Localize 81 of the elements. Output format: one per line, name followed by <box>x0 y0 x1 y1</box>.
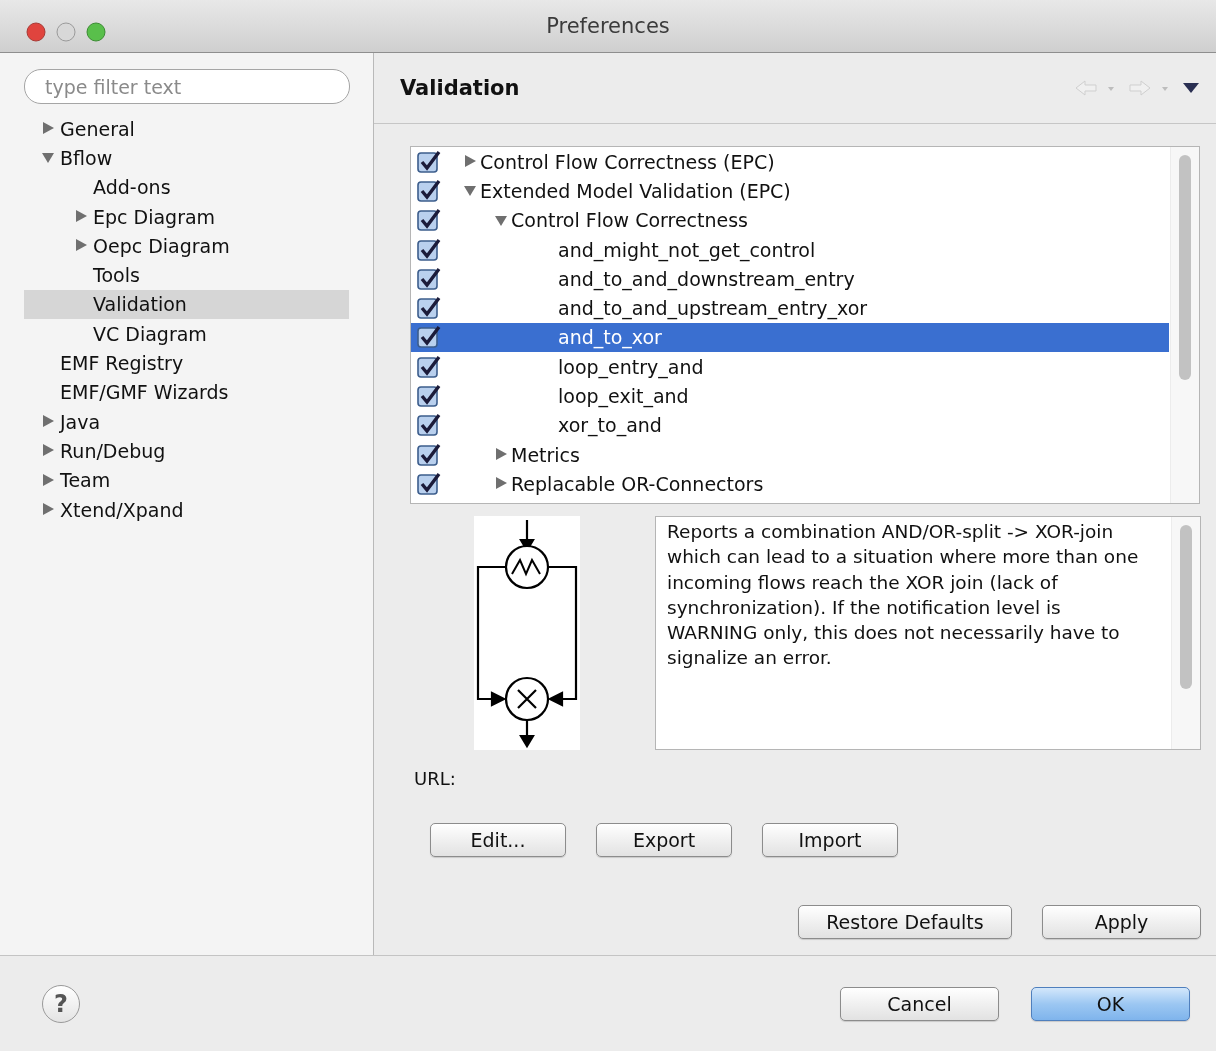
checkbox[interactable] <box>417 237 441 262</box>
expand-triangle-icon[interactable] <box>42 122 55 136</box>
edit-button[interactable]: Edit... <box>430 823 566 857</box>
tree-item[interactable]: EMF/GMF Wizards <box>24 377 349 407</box>
scrollbar-thumb[interactable] <box>1180 525 1192 689</box>
tree-item[interactable]: Bflow <box>24 143 349 173</box>
collapse-triangle-icon[interactable] <box>495 213 508 227</box>
checkbox[interactable] <box>417 413 441 438</box>
tree-item[interactable]: Team <box>24 465 349 495</box>
rule-label: and_to_and_downstream_entry <box>558 267 855 290</box>
tree-item[interactable]: EMF Registry <box>24 348 349 378</box>
page-title: Validation <box>400 76 520 100</box>
tree-item[interactable]: Add-ons <box>24 172 349 202</box>
tree-item[interactable]: Run/Debug <box>24 436 349 466</box>
rule-label: Extended Model Validation (EPC) <box>480 179 791 202</box>
expand-triangle-icon[interactable] <box>495 448 508 462</box>
rule-row[interactable]: Extended Model Validation (EPC) <box>411 176 1169 206</box>
restore-defaults-button[interactable]: Restore Defaults <box>798 905 1012 939</box>
tree-item[interactable]: Oepc Diagram <box>24 231 349 261</box>
rule-row[interactable]: Control Flow Correctness (EPC) <box>411 147 1169 177</box>
close-icon[interactable] <box>26 22 46 42</box>
rule-label: and_to_xor <box>558 326 662 349</box>
rule-row[interactable]: and_to_and_downstream_entry <box>411 264 1169 294</box>
checkbox[interactable] <box>417 442 441 467</box>
zoom-icon[interactable] <box>86 22 106 42</box>
expand-triangle-icon[interactable] <box>75 239 88 253</box>
help-button[interactable]: ? <box>42 984 80 1023</box>
rule-row[interactable]: loop_entry_and <box>411 352 1169 382</box>
collapse-triangle-icon[interactable] <box>42 151 55 165</box>
window-title: Preferences <box>546 14 670 38</box>
url-label: URL: <box>414 768 456 789</box>
rule-description: Reports a combination AND/OR-split -> XOR-join which can lead to a situation where more than one incoming flows reach the XOR join (lack of synchronization). If the notification level is WARNING only, this does not necessarily have to signalize an error. <box>667 520 1140 671</box>
export-button[interactable]: Export <box>596 823 732 857</box>
rule-label: and_to_and_upstream_entry_xor <box>558 297 868 320</box>
tree-item[interactable]: Validation <box>24 289 349 320</box>
tree-item[interactable]: Epc Diagram <box>24 201 349 232</box>
ok-button[interactable]: OK <box>1031 986 1190 1021</box>
cancel-button[interactable]: Cancel <box>840 986 999 1021</box>
checkbox[interactable] <box>417 178 441 203</box>
apply-button[interactable]: Apply <box>1042 905 1201 939</box>
tree-item[interactable]: Java <box>24 406 349 437</box>
tree-item[interactable]: Xtend/Xpand <box>24 494 349 525</box>
scrollbar-thumb[interactable] <box>1179 155 1191 380</box>
expand-triangle-icon[interactable] <box>42 473 55 487</box>
checkbox[interactable] <box>417 354 441 379</box>
filter-field[interactable]: type filter text <box>24 69 350 104</box>
rule-label: loop_exit_and <box>558 385 689 407</box>
rule-row[interactable]: and_to_and_upstream_entry_xor <box>411 293 1169 323</box>
tree-item[interactable]: Tools <box>24 260 349 290</box>
rule-label: Control Flow Correctness (EPC) <box>480 150 775 173</box>
rule-row[interactable]: Control Flow Correctness <box>411 205 1169 235</box>
expand-triangle-icon[interactable] <box>495 477 508 491</box>
rule-label: loop_entry_and <box>558 355 704 378</box>
expand-triangle-icon[interactable] <box>42 415 55 429</box>
view-menu-icon[interactable] <box>1182 82 1200 94</box>
expand-triangle-icon[interactable] <box>42 503 55 516</box>
checkbox[interactable] <box>417 149 441 174</box>
rule-row[interactable]: and_might_not_get_control <box>411 234 1169 265</box>
checkbox[interactable] <box>417 471 441 496</box>
rule-label: Control Flow Correctness <box>511 209 748 232</box>
checkbox[interactable] <box>417 266 441 291</box>
checkbox[interactable] <box>417 384 441 408</box>
tree-item[interactable]: VC Diagram <box>24 319 349 349</box>
checkbox[interactable] <box>417 296 441 321</box>
rule-row[interactable]: and_to_xor <box>411 322 1169 353</box>
checkbox[interactable] <box>417 208 441 233</box>
rule-label: Replacable OR-Connectors <box>511 472 764 495</box>
rule-label: xor_to_and <box>558 414 662 437</box>
rule-row[interactable]: xor_to_and <box>411 410 1169 440</box>
expand-triangle-icon[interactable] <box>75 210 88 224</box>
collapse-triangle-icon[interactable] <box>464 184 477 198</box>
expand-triangle-icon[interactable] <box>42 444 55 458</box>
rule-label: and_might_not_get_control <box>558 238 816 261</box>
rule-row[interactable]: Metrics <box>411 439 1169 470</box>
checkbox[interactable] <box>417 325 441 350</box>
rule-label: Metrics <box>511 443 580 466</box>
rule-row[interactable]: Replacable OR-Connectors <box>411 469 1169 499</box>
tree-item[interactable]: General <box>24 114 349 144</box>
import-button[interactable]: Import <box>762 823 898 857</box>
expand-triangle-icon[interactable] <box>464 155 477 169</box>
rule-row[interactable]: loop_exit_and <box>411 381 1169 411</box>
